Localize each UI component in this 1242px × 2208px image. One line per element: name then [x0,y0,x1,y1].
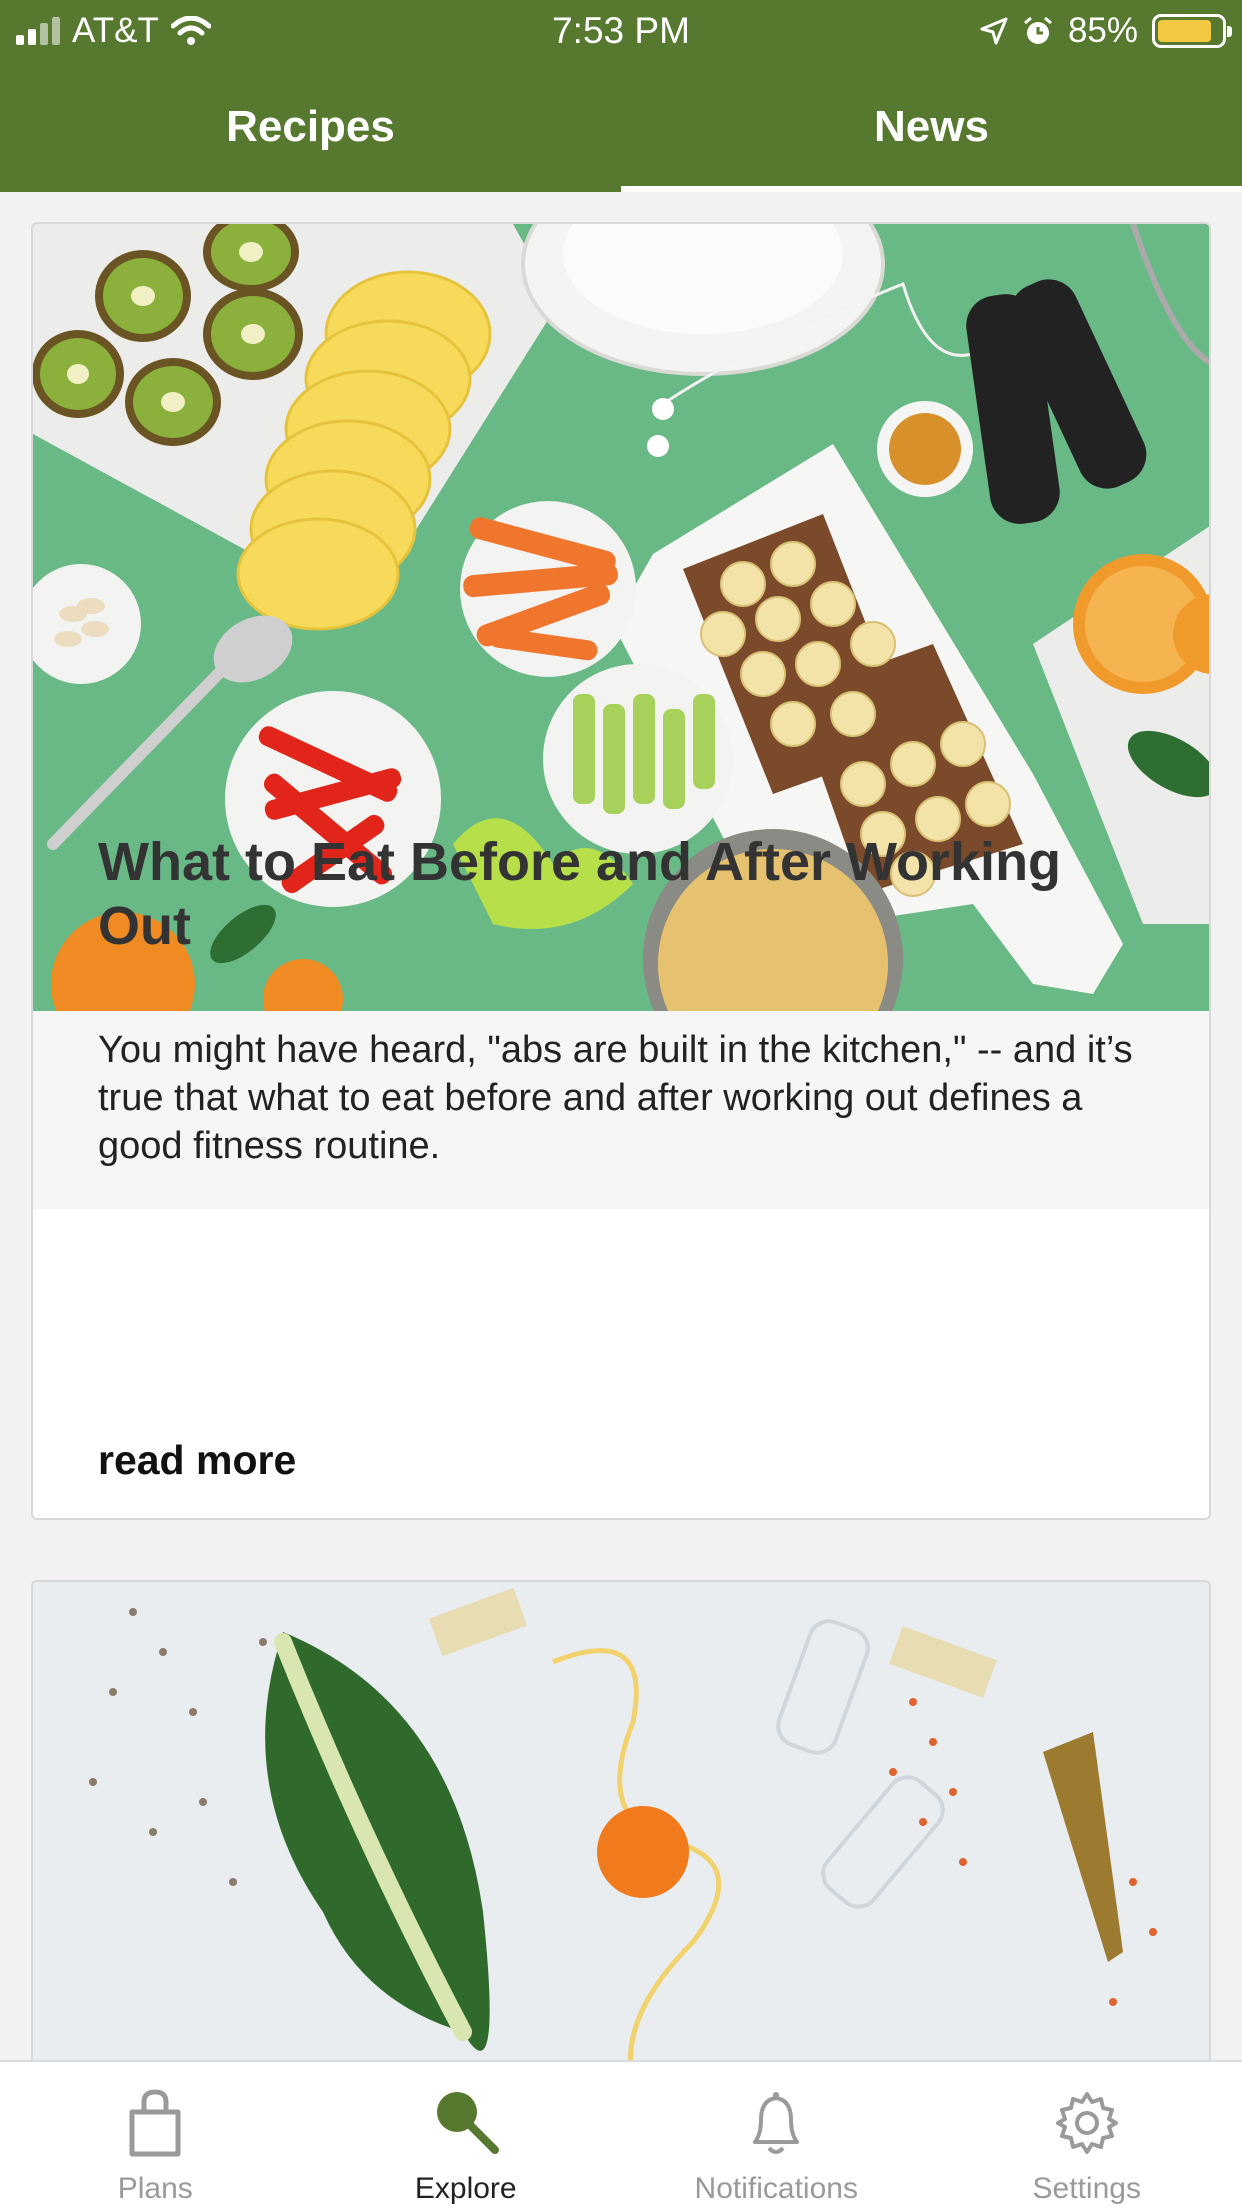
article-card[interactable]: What to Eat Before and After Working Out… [31,222,1211,1520]
tab-settings-label: Settings [1032,2172,1141,2205]
article-excerpt: You might have heard, "abs are built in … [98,1029,1133,1167]
top-tabs: Recipes News [0,62,1242,192]
tab-settings[interactable]: Settings [932,2062,1242,2208]
read-more-link[interactable]: read more [98,1437,296,1484]
tab-notifications[interactable]: Notifications [621,2062,932,2208]
tab-news[interactable]: News [621,62,1242,192]
status-bar: AT&T 7:53 PM 85% [0,0,1242,62]
tab-plans[interactable]: Plans [0,2062,311,2208]
app-header: AT&T 7:53 PM 85% Recipes News [0,0,1242,192]
tab-recipes[interactable]: Recipes [0,62,621,192]
tab-explore-label: Explore [414,2172,517,2205]
bell-icon [753,2092,800,2154]
tab-notifications-label: Notifications [694,2172,858,2205]
tab-explore[interactable]: Explore [311,2062,622,2208]
shopping-bag-icon [129,2089,181,2157]
search-icon [436,2092,499,2154]
gear-icon [1055,2092,1118,2154]
alarm-icon [1023,16,1052,44]
battery-percent: 85% [1067,11,1138,50]
tab-recipes-label: Recipes [226,102,395,151]
location-arrow-icon [980,17,1008,45]
tab-news-label: News [874,102,989,151]
tab-plans-label: Plans [117,2172,193,2205]
bottom-tab-bar: Plans Explore Notifications Settings [0,2060,1242,2208]
article-title: What to Eat Before and After Working Out [98,832,1062,956]
battery-icon [1152,14,1232,48]
